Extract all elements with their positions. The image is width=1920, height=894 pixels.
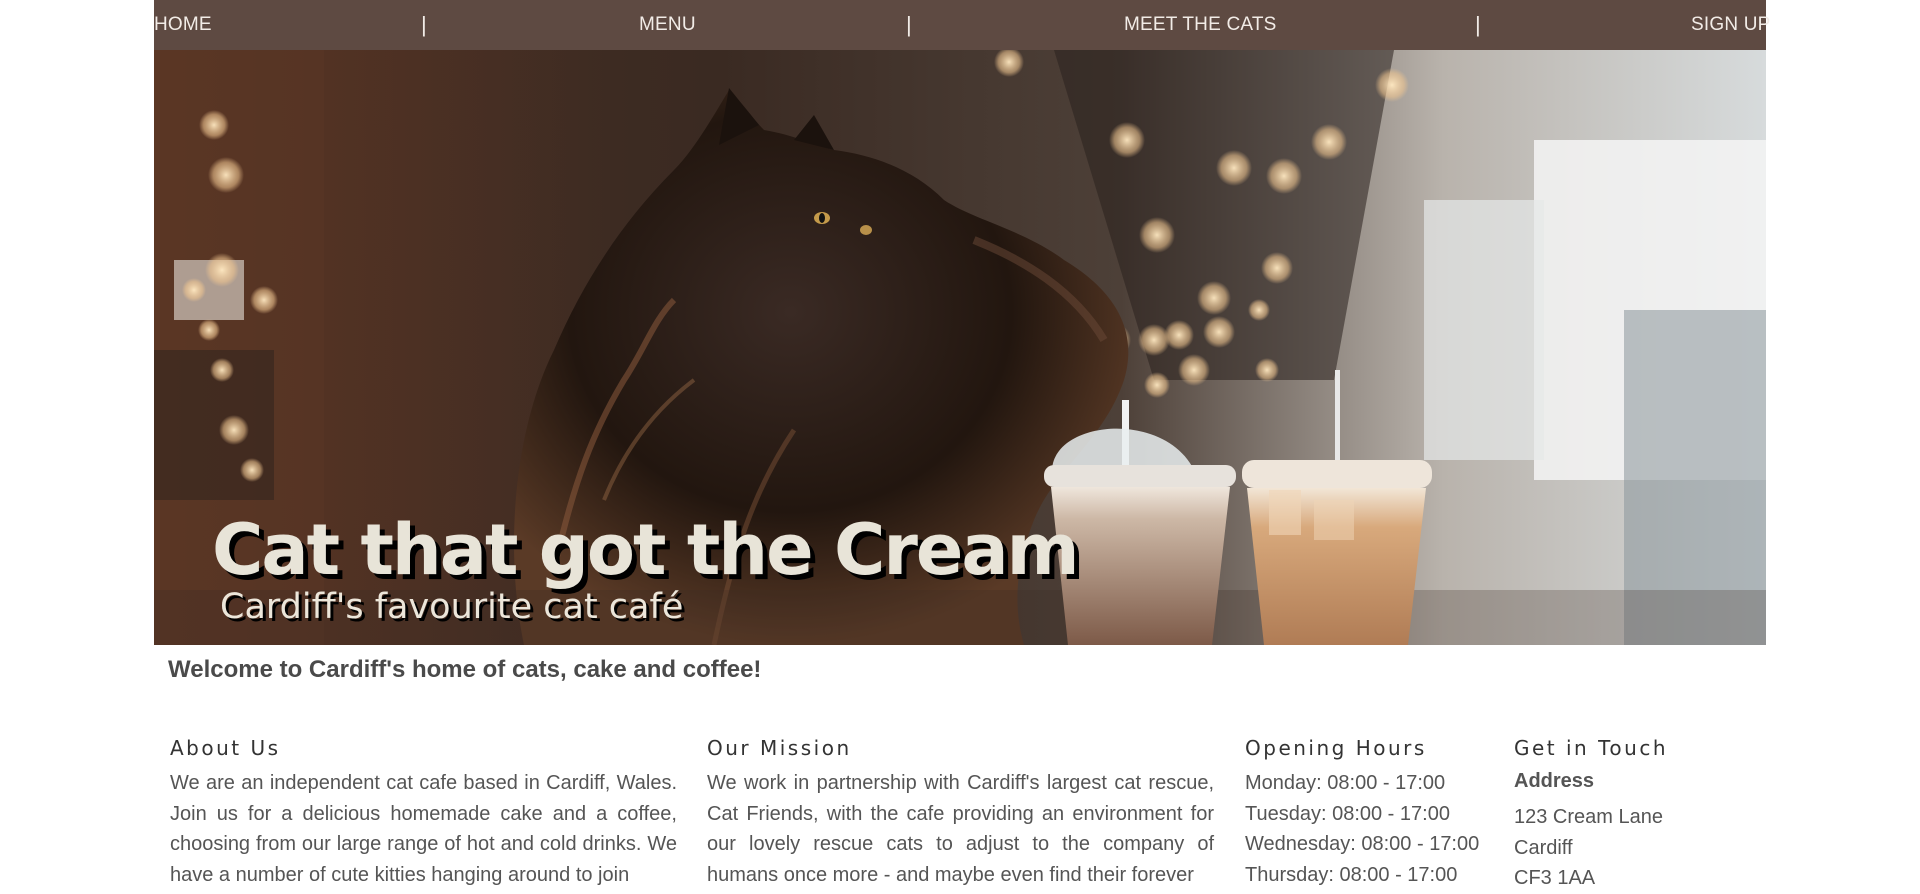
address-line: 123 Cream Lane xyxy=(1514,806,1663,828)
nav-sign-up-link[interactable]: SIGN UP xyxy=(1691,14,1771,36)
address-line: CF3 1AA xyxy=(1514,867,1596,889)
about-heading: About Us xyxy=(170,736,281,760)
hero-banner: Cat that got the Cream Cardiff's favouri… xyxy=(154,50,1766,645)
hours-line: Thursday: 08:00 - 17:00 xyxy=(1245,863,1458,886)
nav-menu-link[interactable]: MENU xyxy=(639,14,696,36)
mission-heading: Our Mission xyxy=(707,736,852,760)
nav-separator: | xyxy=(1475,12,1481,37)
nav-separator: | xyxy=(906,12,912,37)
nav-home-link[interactable]: HOME xyxy=(154,14,212,36)
nav-meet-the-cats-link[interactable]: MEET THE CATS xyxy=(1124,14,1277,36)
hours-line: Wednesday: 08:00 - 17:00 xyxy=(1245,833,1480,855)
address-line: Cardiff xyxy=(1514,836,1573,859)
mission-text: We work in partnership with Cardiff's la… xyxy=(707,772,1214,886)
about-section: About Us We are an independent cat cafe … xyxy=(170,736,677,890)
opening-hours-section: Opening Hours Monday: 08:00 - 17:00 Tues… xyxy=(1245,736,1485,890)
hours-heading: Opening Hours xyxy=(1245,736,1427,760)
hero-title: Cat that got the Cream xyxy=(212,509,1080,591)
nav-separator: | xyxy=(421,12,427,37)
hours-line: Tuesday: 08:00 - 17:00 xyxy=(1245,802,1450,825)
mission-section: Our Mission We work in partnership with … xyxy=(707,736,1214,890)
top-nav: HOME | MENU | MEET THE CATS | SIGN UP xyxy=(154,0,1770,50)
address-label: Address xyxy=(1514,770,1595,792)
hero-subtitle: Cardiff's favourite cat café xyxy=(220,587,684,627)
welcome-heading: Welcome to Cardiff's home of cats, cake … xyxy=(168,656,762,683)
contact-section: Get in Touch Address 123 Cream Lane Card… xyxy=(1514,736,1754,894)
hours-line: Monday: 08:00 - 17:00 xyxy=(1245,772,1446,794)
contact-heading: Get in Touch xyxy=(1514,736,1668,760)
about-text: We are an independent cat cafe based in … xyxy=(170,772,677,886)
